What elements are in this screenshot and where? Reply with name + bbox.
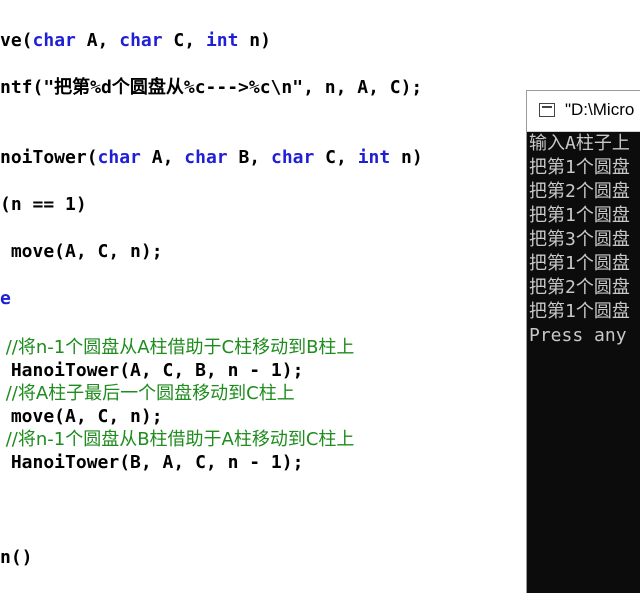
- code-line-move-signature: ve(char A, char C, int n): [0, 30, 271, 51]
- console-line: 把第1个圆盘: [529, 253, 630, 274]
- console-line: 把第1个圆盘: [529, 157, 630, 178]
- code-line-hanoi-signature: noiTower(char A, char B, char C, int n): [0, 147, 423, 168]
- console-line: 把第1个圆盘: [529, 205, 630, 226]
- console-title: "D:\Micro: [565, 100, 635, 119]
- console-window-icon: [539, 103, 555, 117]
- console-line: 把第2个圆盘: [529, 181, 630, 202]
- code-line-move-call-2: move(A, C, n);: [0, 406, 163, 427]
- code-line-move-call: move(A, C, n);: [0, 241, 163, 262]
- code-line-hanoi-call-1: HanoiTower(A, C, B, n - 1);: [0, 360, 304, 381]
- console-line: Press any: [529, 325, 638, 346]
- code-line-main: n(): [0, 547, 33, 568]
- console-line: 把第1个圆盘: [529, 301, 630, 322]
- console-titlebar[interactable]: "D:\Micro: [527, 91, 640, 132]
- code-line-else: e: [0, 288, 11, 309]
- code-line-hanoi-call-2: HanoiTower(B, A, C, n - 1);: [0, 452, 304, 473]
- console-line: 输入A柱子上: [529, 133, 630, 154]
- console-line: 把第3个圆盘: [529, 229, 630, 250]
- code-line-comment-1: //将n-1个圆盘从A柱借助于C柱移动到B柱上: [0, 337, 355, 358]
- code-line-if-condition: (n == 1): [0, 194, 87, 215]
- code-line-comment-3: //将n-1个圆盘从B柱借助于A柱移动到C柱上: [0, 429, 355, 450]
- code-line-printf: ntf("把第%d个圆盘从%c--->%c\n", n, A, C);: [0, 77, 423, 98]
- console-line: 把第2个圆盘: [529, 277, 630, 298]
- code-line-comment-2: //将A柱子最后一个圆盘移动到C柱上: [0, 383, 295, 404]
- console-window[interactable]: "D:\Micro 输入A柱子上 把第1个圆盘 把第2个圆盘 把第1个圆盘 把第…: [526, 90, 640, 593]
